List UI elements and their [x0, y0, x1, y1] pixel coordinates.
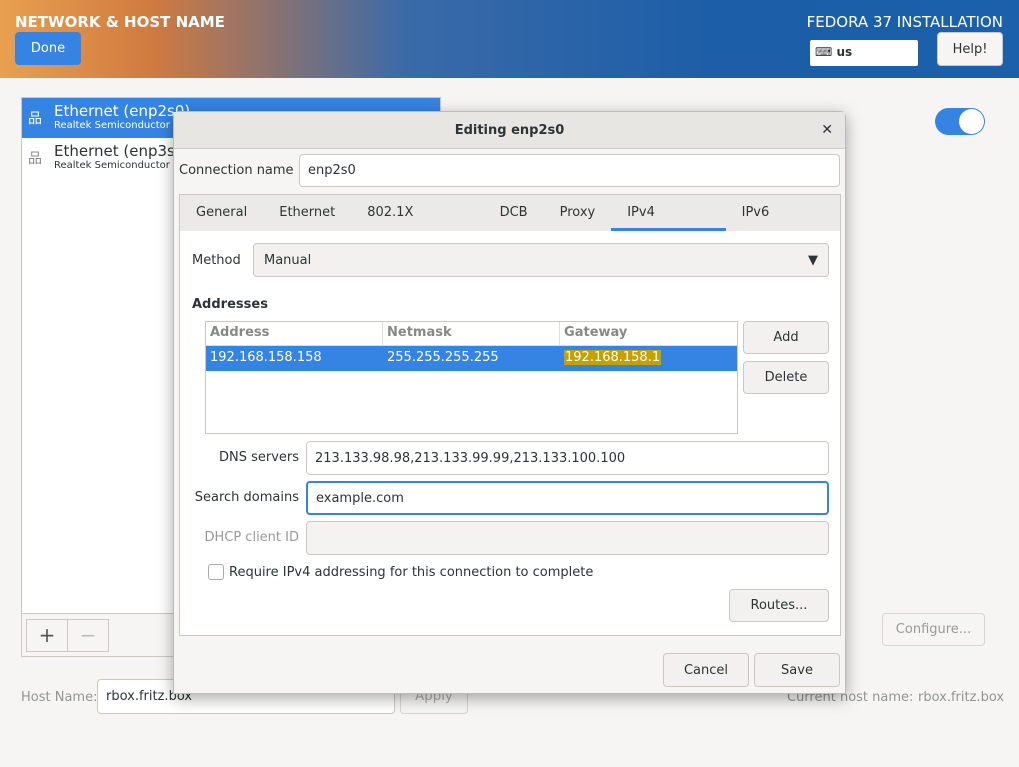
add-address-button[interactable]: Add: [743, 321, 829, 354]
configure-button[interactable]: Configure...: [882, 613, 985, 646]
keyboard-icon: ⌨: [815, 45, 833, 59]
dhcp-client-id-input[interactable]: [306, 521, 829, 555]
chevron-down-icon: ▼: [808, 252, 818, 268]
done-button[interactable]: Done: [15, 32, 81, 65]
search-domains-label: Search domains: [194, 490, 299, 505]
keyboard-layout[interactable]: ⌨ us: [810, 40, 918, 66]
current-host-value: rbox.fritz.box: [918, 690, 1005, 705]
save-button[interactable]: Save: [754, 653, 840, 687]
dns-label: DNS servers: [218, 450, 299, 465]
close-icon[interactable]: ✕: [821, 112, 833, 149]
remove-device-button[interactable]: −: [67, 619, 109, 652]
table-row[interactable]: 192.168.158.158 255.255.255.255 192.168.15…: [206, 346, 737, 371]
method-dropdown[interactable]: Manual ▼: [253, 243, 829, 277]
dialog-title: Editing enp2s0 ✕: [174, 112, 845, 149]
column-header[interactable]: Netmask: [383, 322, 561, 345]
delete-address-button[interactable]: Delete: [743, 361, 829, 394]
search-domains-input[interactable]: example.com: [306, 481, 829, 515]
gateway-cell-editing[interactable]: 192.168.158.1: [564, 350, 662, 365]
connection-name-label: Connection name: [179, 163, 294, 178]
require-ipv4-label: Require IPv4 addressing for this connect…: [229, 565, 594, 580]
tab-ipv6-settings[interactable]: IPv6 Settings: [726, 195, 840, 256]
tab-general[interactable]: General: [180, 195, 263, 231]
product-title: FEDORA 37 INSTALLATION: [806, 13, 1003, 31]
network-disconnected-icon: 品: [28, 151, 42, 167]
routes-button[interactable]: Routes...: [729, 589, 829, 622]
network-wired-icon: 品: [28, 111, 42, 127]
connection-name-input[interactable]: enp2s0: [299, 154, 840, 187]
tab-8021x-security[interactable]: 802.1X Security: [351, 195, 483, 256]
header: NETWORK & HOST NAME Done FEDORA 37 INSTA…: [0, 0, 1019, 78]
device-toggle[interactable]: [935, 108, 985, 135]
dns-servers-input[interactable]: 213.133.98.98,213.133.99.99,213.133.100.…: [306, 441, 829, 475]
tab-ipv4-settings[interactable]: IPv4 Settings: [611, 195, 726, 256]
tab-bar: General Ethernet 802.1X Security DCB Pro…: [179, 194, 841, 256]
help-button[interactable]: Help!: [937, 32, 1003, 66]
dhcp-client-id-label: DHCP client ID: [204, 530, 299, 545]
tab-dcb[interactable]: DCB: [484, 195, 544, 231]
addresses-heading: Addresses: [192, 297, 268, 312]
require-ipv4-checkbox[interactable]: [208, 564, 224, 580]
column-header[interactable]: Address: [206, 322, 384, 345]
addresses-table: Address Netmask Gateway 192.168.158.158 255…: [205, 321, 738, 434]
page-title: NETWORK & HOST NAME: [15, 13, 225, 31]
ipv4-panel: Method Manual ▼ Addresses Address Netmask G…: [179, 231, 841, 636]
edit-connection-dialog: Editing enp2s0 ✕ Connection name enp2s0 G…: [173, 111, 846, 694]
method-label: Method: [192, 253, 241, 268]
column-header[interactable]: Gateway: [560, 322, 737, 345]
tab-ethernet[interactable]: Ethernet: [263, 195, 351, 231]
host-name-label: Host Name:: [21, 690, 98, 705]
tab-proxy[interactable]: Proxy: [544, 195, 612, 231]
add-device-button[interactable]: +: [26, 619, 68, 652]
cancel-button[interactable]: Cancel: [663, 653, 749, 687]
